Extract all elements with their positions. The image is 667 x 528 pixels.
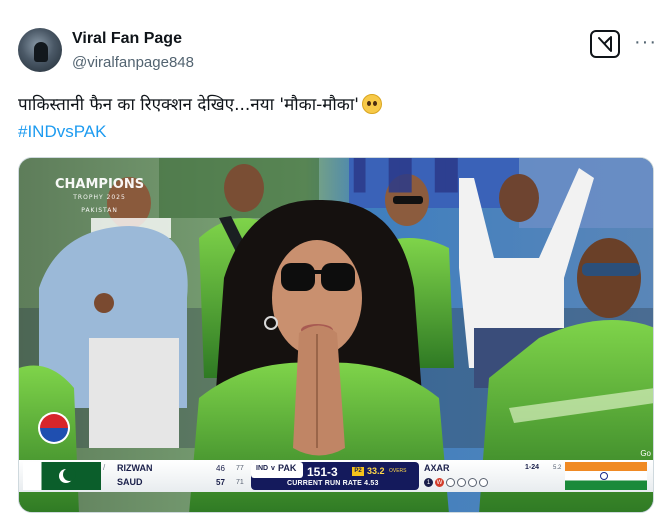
profile-avatar[interactable] <box>18 28 62 72</box>
bowler-overs: 5.2 <box>553 465 562 471</box>
bowler-figures: 1-24 <box>525 464 540 471</box>
ball-empty <box>457 478 466 487</box>
ball-empty <box>479 478 488 487</box>
author-name[interactable]: Viral Fan Page <box>72 30 182 48</box>
match-teams: IND v PAK <box>251 462 303 478</box>
logo-line-2: TROPHY 2025 <box>73 194 126 201</box>
ball-dot: 1 <box>424 478 433 487</box>
champions-trophy-logo: CHAMPIONS TROPHY 2025 PAKISTAN <box>55 178 144 217</box>
grok-icon[interactable] <box>590 30 620 58</box>
logo-line-1: CHAMPIONS <box>55 177 145 192</box>
team-1: IND <box>256 465 269 472</box>
india-flag-icon <box>565 462 647 490</box>
post-text: पाकिस्तानी फैन का रिएक्शन देखिए...नया 'म… <box>18 92 382 115</box>
ball-wicket: W <box>435 478 444 487</box>
batter-2-runs: 57 <box>216 478 225 487</box>
pleading-face-emoji-icon <box>361 94 382 114</box>
scoreboard: / RIZWAN 46 77 SAUD 57 71 151-3 P2 33.2 … <box>19 460 653 492</box>
corner-mark: Go <box>640 449 651 458</box>
author-handle[interactable]: @viralfanpage848 <box>72 54 194 71</box>
current-run-rate: CURRENT RUN RATE 4.53 <box>287 480 379 487</box>
overs-count: 33.2 <box>367 466 385 476</box>
batter-2-balls: 71 <box>236 479 244 486</box>
bowler-name: AXAR <box>424 463 450 473</box>
over-balls: 1 W <box>424 478 488 488</box>
batter-1-balls: 77 <box>236 465 244 472</box>
ball-empty <box>446 478 455 487</box>
stadium-banner: ▌▐▌▐▌ <box>354 158 470 193</box>
powerplay-badge: P2 <box>352 467 364 476</box>
overs-label: OVERS <box>389 468 407 474</box>
batter-1-name: RIZWAN <box>117 463 153 473</box>
team-2: PAK <box>278 463 297 473</box>
post-image[interactable]: ▌▐▌▐▌ CHAMPIONS TROPHY 2025 PAKISTAN Go … <box>18 157 654 513</box>
ball-empty <box>468 478 477 487</box>
vs-label: v <box>271 465 275 472</box>
post-text-content: पाकिस्तानी फैन का रिएक्शन देखिए...नया 'म… <box>18 95 359 115</box>
more-options-icon[interactable]: ··· <box>634 32 657 52</box>
avatar-silhouette <box>34 42 48 62</box>
batter-2-name: SAUD <box>117 477 143 487</box>
pakistan-flag-icon <box>23 462 101 490</box>
logo-line-3: PAKISTAN <box>81 207 118 214</box>
batter-1-runs: 46 <box>216 464 225 473</box>
hashtag-link[interactable]: #INDvsPAK <box>18 122 107 142</box>
team-score: 151-3 <box>307 465 338 479</box>
striker-indicator-icon: / <box>103 463 106 472</box>
